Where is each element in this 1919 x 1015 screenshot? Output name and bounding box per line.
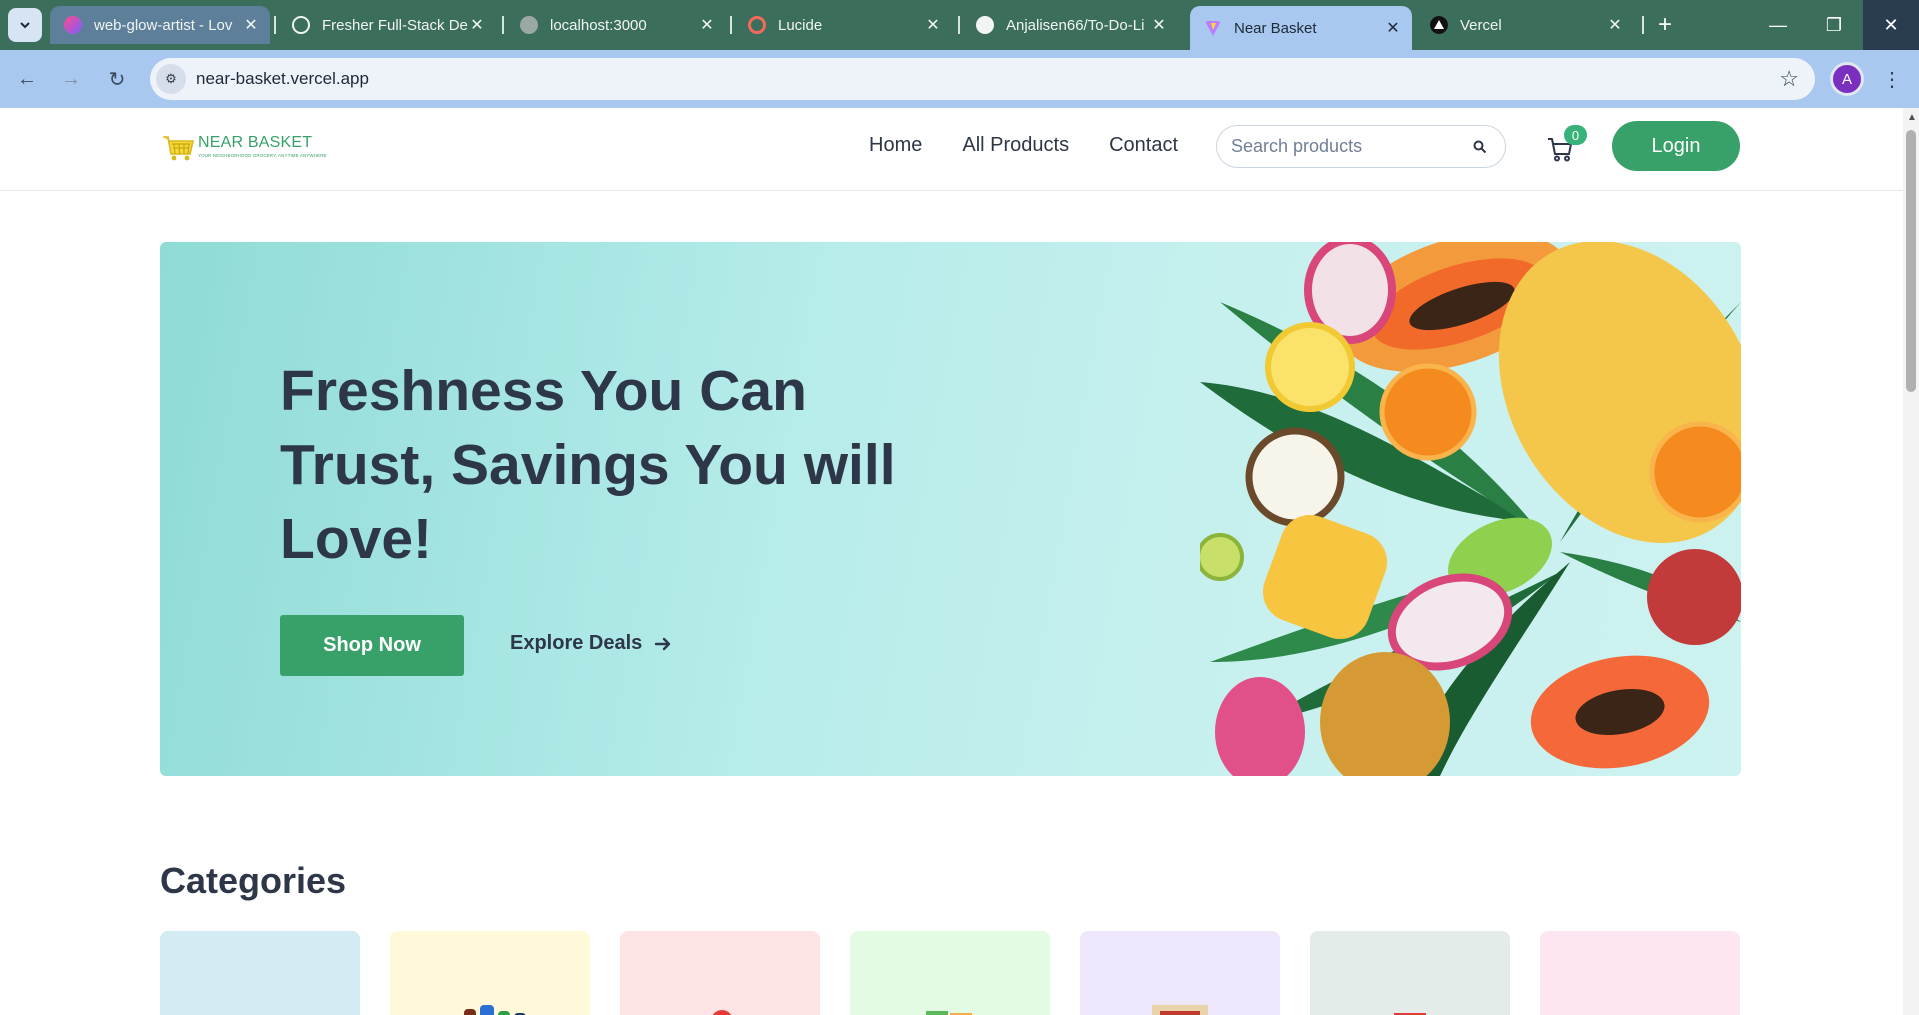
category-card[interactable] xyxy=(1540,931,1740,1015)
close-icon[interactable]: ✕ xyxy=(1150,16,1168,34)
close-icon[interactable]: ✕ xyxy=(242,16,260,34)
category-card[interactable] xyxy=(1080,931,1280,1015)
tab-separator xyxy=(502,16,504,34)
arrow-right-icon xyxy=(655,637,671,650)
back-arrow-icon[interactable]: ← xyxy=(12,64,42,94)
orange-slice-right xyxy=(1649,421,1741,523)
close-icon[interactable]: ✕ xyxy=(1384,19,1402,37)
chevron-down-icon xyxy=(20,22,30,29)
basket-logo-icon xyxy=(163,136,195,161)
tab-web-glow-artist[interactable]: web-glow-artist - Lov ✕ xyxy=(50,6,270,44)
tropical-fruits-illustration xyxy=(1200,242,1741,776)
vite-icon xyxy=(1205,21,1221,36)
snack-packets xyxy=(926,1011,972,1015)
new-tab-plus-icon[interactable]: + xyxy=(1650,10,1680,40)
dragonfruit-bottom xyxy=(1215,677,1305,776)
browser-tabstrip: web-glow-artist - Lov ✕ Fresher Full-Sta… xyxy=(0,0,1919,50)
lucide-icon xyxy=(748,16,766,34)
openai-icon xyxy=(292,16,310,34)
tab-vercel[interactable]: Vercel ✕ xyxy=(1416,6,1634,44)
url-text[interactable]: near-basket.vercel.app xyxy=(196,69,1779,89)
tab-title: Anjalisen66/To-Do-Li xyxy=(1006,16,1145,34)
tab-localhost[interactable]: localhost:3000 ✕ xyxy=(506,6,726,44)
tab-title: Fresher Full-Stack De xyxy=(322,16,468,34)
cart-count-badge: 0 xyxy=(1564,125,1587,145)
tab-separator xyxy=(730,16,732,34)
browser-toolbar: ← → ↻ ⚙ near-basket.vercel.app ☆ A ⋮ xyxy=(0,50,1919,108)
site-settings-icon[interactable]: ⚙ xyxy=(156,64,186,94)
search-icon[interactable] xyxy=(1473,140,1487,154)
scroll-up-arrow-icon[interactable]: ▲ xyxy=(1907,112,1917,123)
main-nav: Home All Products Contact xyxy=(869,134,1178,157)
nav-home-link[interactable]: Home xyxy=(869,134,922,157)
orange-slice xyxy=(1379,363,1477,461)
categories-grid xyxy=(160,931,1740,1015)
explore-deals-link[interactable]: Explore Deals xyxy=(510,632,672,655)
tab-title: web-glow-artist - Lov xyxy=(94,16,233,34)
vercel-icon xyxy=(1430,16,1448,34)
categories-heading: Categories xyxy=(160,860,347,901)
category-card[interactable] xyxy=(1310,931,1510,1015)
globe-icon xyxy=(520,16,538,34)
category-card[interactable] xyxy=(850,931,1050,1015)
category-card[interactable] xyxy=(620,931,820,1015)
page-scrollbar[interactable]: ▲ xyxy=(1903,108,1919,1015)
forward-arrow-icon[interactable]: → xyxy=(56,64,86,94)
lemon-slice xyxy=(1265,322,1355,412)
mango-red xyxy=(1647,549,1741,645)
restore-icon[interactable]: ❐ xyxy=(1806,0,1862,50)
logo-tagline: YOUR NEIGHBORHOOD GROCERY, ANYTIME ANYWH… xyxy=(198,153,327,158)
reload-icon[interactable]: ↻ xyxy=(102,64,132,94)
tab-title: Near Basket xyxy=(1234,19,1317,37)
tab-separator xyxy=(274,16,276,34)
bookmark-star-icon[interactable]: ☆ xyxy=(1779,66,1799,92)
minimize-icon[interactable]: — xyxy=(1750,0,1806,50)
profile-avatar[interactable]: A xyxy=(1830,62,1864,96)
tab-fresher-full-stack[interactable]: Fresher Full-Stack De ✕ xyxy=(278,6,496,44)
close-icon[interactable]: ✕ xyxy=(924,16,942,34)
tab-title: Lucide xyxy=(778,16,823,34)
tab-lucide[interactable]: Lucide ✕ xyxy=(734,6,952,44)
window-close-icon[interactable]: ✕ xyxy=(1863,0,1919,50)
nav-contact-link[interactable]: Contact xyxy=(1109,134,1178,157)
explore-deals-label: Explore Deals xyxy=(510,632,643,654)
tab-separator xyxy=(1642,16,1644,34)
tab-separator xyxy=(958,16,960,34)
scrollbar-thumb[interactable] xyxy=(1906,130,1916,392)
tab-title: localhost:3000 xyxy=(550,16,647,34)
search-box xyxy=(1216,125,1506,168)
lime-slice xyxy=(1200,533,1244,581)
page-viewport: NEAR BASKET YOUR NEIGHBORHOOD GROCERY, A… xyxy=(0,108,1903,1015)
site-header: NEAR BASKET YOUR NEIGHBORHOOD GROCERY, A… xyxy=(0,108,1903,191)
vegetable-basket xyxy=(712,1010,732,1015)
close-icon[interactable]: ✕ xyxy=(698,16,716,34)
search-input[interactable] xyxy=(1231,136,1473,157)
assorted-packs xyxy=(1590,1003,1690,1015)
logo-name: NEAR BASKET xyxy=(198,134,313,151)
browser-menu-icon[interactable]: ⋮ xyxy=(1880,64,1904,94)
tab-title: Vercel xyxy=(1460,16,1502,34)
login-button[interactable]: Login xyxy=(1612,121,1740,171)
github-icon xyxy=(976,16,994,34)
address-bar[interactable]: ⚙ near-basket.vercel.app ☆ xyxy=(150,58,1815,100)
biscuit-packs xyxy=(1394,1013,1426,1015)
dairy-packs xyxy=(210,1003,310,1015)
site-logo[interactable]: NEAR BASKET YOUR NEIGHBORHOOD GROCERY, A… xyxy=(160,128,327,164)
hero-title: Freshness You Can Trust, Savings You wil… xyxy=(280,359,896,571)
close-icon[interactable]: ✕ xyxy=(468,16,486,34)
tab-near-basket[interactable]: Near Basket ✕ xyxy=(1190,6,1412,50)
soft-drink-bottles xyxy=(464,1005,526,1015)
category-card[interactable] xyxy=(390,931,590,1015)
category-card[interactable] xyxy=(160,931,360,1015)
shop-now-button[interactable]: Shop Now xyxy=(280,615,464,676)
flour-bag xyxy=(1152,1005,1208,1015)
lovable-heart-icon xyxy=(64,16,82,34)
pineapple-bottom xyxy=(1320,652,1450,776)
close-icon[interactable]: ✕ xyxy=(1606,16,1624,34)
tab-github[interactable]: Anjalisen66/To-Do-Li ✕ xyxy=(962,6,1178,44)
nav-all-products-link[interactable]: All Products xyxy=(962,134,1069,157)
hero-banner: Freshness You Can Trust, Savings You wil… xyxy=(160,242,1741,776)
coconut-half xyxy=(1245,427,1345,527)
tab-search-button[interactable] xyxy=(8,8,42,42)
